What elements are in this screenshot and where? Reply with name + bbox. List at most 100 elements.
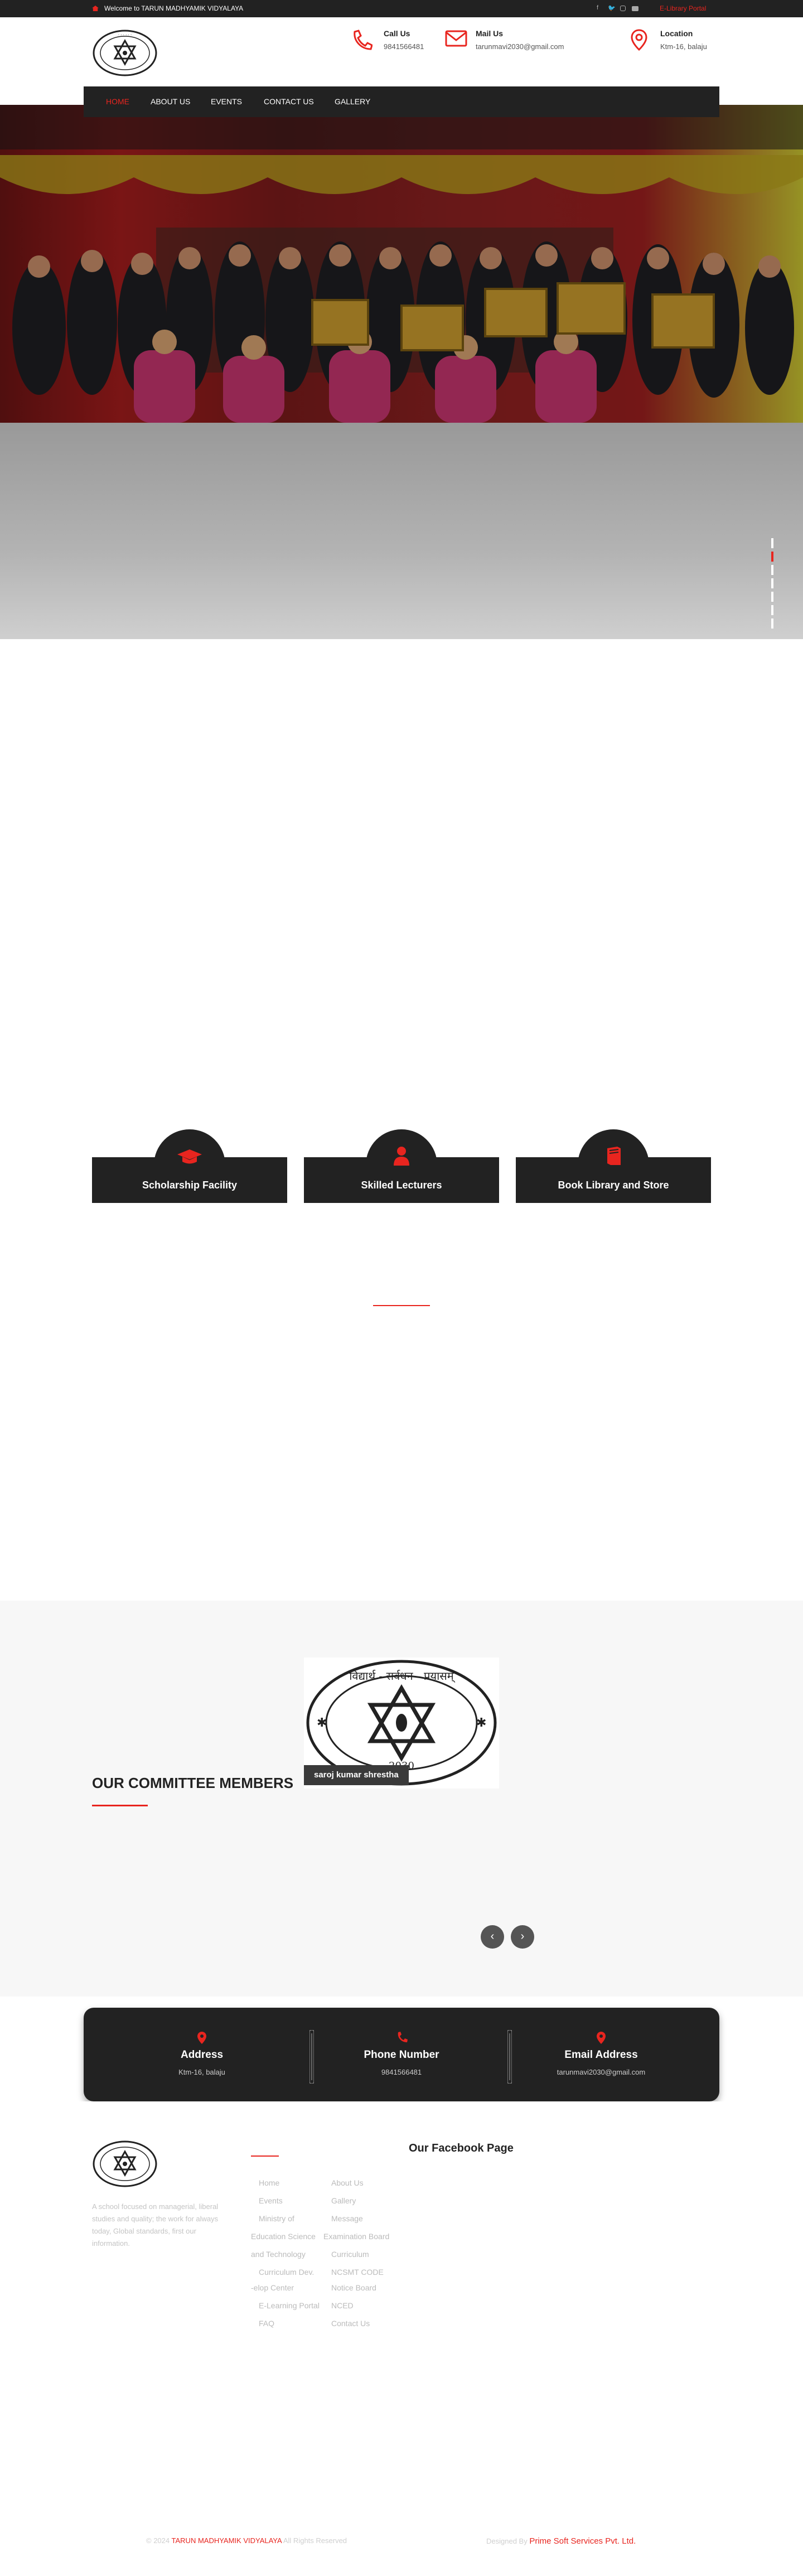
slider-dot[interactable]: [771, 565, 773, 575]
call-us-title: Call Us: [384, 29, 410, 38]
user-icon: [393, 1146, 410, 1166]
footer-link[interactable]: NCED: [331, 2301, 354, 2310]
contact-value[interactable]: 9841566481: [307, 2068, 496, 2076]
svg-text:✱: ✱: [317, 1716, 327, 1730]
footer-link[interactable]: Events: [259, 2196, 283, 2205]
nav-home[interactable]: Home: [106, 86, 129, 117]
nav-events[interactable]: Events: [211, 86, 242, 117]
contact-title: Address: [180, 2049, 224, 2061]
footer-link[interactable]: Home: [259, 2178, 279, 2187]
phone-icon: [350, 28, 373, 51]
feature-title: Skilled Lecturers: [361, 1180, 442, 1191]
footer-link[interactable]: Gallery: [331, 2196, 356, 2205]
slider-pagination[interactable]: [771, 538, 775, 639]
carousel-prev-button[interactable]: ‹: [481, 1925, 504, 1949]
slider-dot[interactable]: [771, 592, 773, 602]
main-nav: Home About Us Events Contact Us Gallery: [84, 86, 719, 117]
welcome-text: Welcome to TARUN MADHYAMIK VIDYALAYA: [104, 4, 244, 12]
footer-link[interactable]: -elop Center: [251, 2283, 294, 2292]
feature-card[interactable]: Scholarship Facility: [92, 1129, 287, 1203]
contact-phone: Phone Number 9841566481: [307, 2008, 496, 2101]
slider-dot[interactable]: [771, 538, 773, 548]
committee-section: ✱ ✱ विद्यार्थ - सर्वधन - प्रयासम् 2030 s…: [0, 1601, 803, 1997]
committee-member-name: saroj kumar shrestha: [304, 1765, 409, 1785]
contact-title: Email Address: [564, 2049, 638, 2061]
contact-title: Phone Number: [364, 2049, 439, 2061]
call-us-value[interactable]: 9841566481: [384, 42, 424, 51]
contact-value: Ktm-16, balaju: [178, 2068, 225, 2076]
home-icon: [92, 6, 99, 11]
footer-link[interactable]: Curriculum: [331, 2250, 369, 2259]
instagram-icon[interactable]: [620, 6, 626, 11]
mail-us-value[interactable]: tarunmavi2030@gmail.com: [476, 42, 564, 51]
copyright: © 2024 TARUN MADHYAMIK VIDYALAYA All Rig…: [146, 2536, 347, 2545]
top-bar: Welcome to TARUN MADHYAMIK VIDYALAYA f 🐦…: [0, 0, 803, 17]
committee-title-underline: [92, 1805, 148, 1806]
designed-by-prefix: Designed By: [486, 2537, 528, 2545]
slider-lower-area: [0, 423, 803, 639]
footer-about-text: A school focused on managerial, liberal …: [92, 2202, 219, 2248]
map-marker-icon: [596, 2031, 606, 2045]
nav-contact-us[interactable]: Contact Us: [264, 86, 314, 117]
hero-slider[interactable]: [0, 105, 803, 423]
section-divider-line: [373, 1305, 430, 1306]
copyright-suffix: All Rights Reserved: [283, 2536, 347, 2545]
svg-text:✱: ✱: [476, 1716, 486, 1730]
footer-link[interactable]: NCSMT CODE: [331, 2268, 384, 2277]
committee-title: OUR COMMITTEE MEMBERS: [92, 1775, 294, 1791]
footer-link[interactable]: Notice Board: [331, 2283, 376, 2292]
footer-link[interactable]: and Technology: [251, 2250, 306, 2259]
footer-link[interactable]: Ministry of: [259, 2214, 294, 2223]
location-icon: [630, 28, 648, 52]
feature-title: Book Library and Store: [558, 1180, 669, 1191]
footer: A school focused on managerial, liberal …: [0, 2101, 803, 2576]
footer-link[interactable]: Contact Us: [331, 2319, 370, 2328]
location-value: Ktm-16, balaju: [660, 42, 707, 51]
footer-link[interactable]: Examination Board: [323, 2232, 389, 2241]
footer-logo[interactable]: [92, 2140, 158, 2187]
footer-link[interactable]: Education Science: [251, 2232, 316, 2241]
hero-photo: [0, 105, 803, 423]
facebook-page-title: Our Facebook Page: [409, 2142, 514, 2154]
map-marker-icon: [197, 2031, 207, 2045]
copyright-prefix: © 2024: [146, 2536, 170, 2545]
contact-bar: Address Ktm-16, balaju Phone Number 9841…: [84, 2008, 719, 2101]
footer-link[interactable]: Message: [331, 2214, 363, 2223]
footer-link[interactable]: E-Learning Portal: [259, 2301, 320, 2310]
svg-text:विद्यार्थ - सर्वधन - प्रयासम्: विद्यार्थ - सर्वधन - प्रयासम्: [349, 1669, 455, 1683]
footer-link[interactable]: Curriculum Dev.: [259, 2268, 314, 2277]
twitter-icon[interactable]: 🐦: [608, 4, 616, 12]
committee-member-photo[interactable]: ✱ ✱ विद्यार्थ - सर्वधन - प्रयासम् 2030 s…: [304, 1657, 499, 1789]
feature-card[interactable]: Book Library and Store: [516, 1129, 711, 1203]
carousel-next-button[interactable]: ›: [511, 1925, 534, 1949]
header: · · · · · · Call Us 9841566481 Mail Us t…: [0, 17, 803, 86]
location-title: Location: [660, 29, 693, 38]
slider-dot[interactable]: [771, 605, 773, 615]
svg-text:· · · · · ·: · · · · · ·: [118, 33, 132, 37]
nav-about-us[interactable]: About Us: [151, 86, 190, 117]
facebook-icon[interactable]: f: [597, 4, 598, 11]
copyright-school-link[interactable]: TARUN MADHYAMIK VIDYALAYA: [172, 2536, 282, 2545]
mail-icon: [444, 30, 468, 50]
feature-card[interactable]: Skilled Lecturers: [304, 1129, 499, 1203]
footer-link[interactable]: FAQ: [259, 2319, 274, 2328]
feature-title: Scholarship Facility: [142, 1180, 238, 1191]
phone-icon: [396, 2031, 408, 2043]
graduation-cap-icon: [177, 1148, 202, 1165]
youtube-icon[interactable]: [632, 6, 638, 11]
footer-link[interactable]: About Us: [331, 2178, 364, 2187]
contact-value[interactable]: tarunmavi2030@gmail.com: [506, 2068, 696, 2076]
slider-dot[interactable]: [771, 618, 773, 629]
mail-us-title: Mail Us: [476, 29, 504, 38]
slider-dot-active[interactable]: [771, 552, 773, 562]
school-logo[interactable]: · · · · · ·: [92, 30, 158, 76]
nav-gallery[interactable]: Gallery: [335, 86, 370, 117]
contact-email: Email Address tarunmavi2030@gmail.com: [506, 2008, 696, 2101]
contact-address: Address Ktm-16, balaju: [107, 2008, 297, 2101]
designed-by: Designed By Prime Soft Services Pvt. Ltd…: [486, 2536, 636, 2546]
e-library-link[interactable]: E-Library Portal: [660, 4, 706, 12]
footer-links-underline: [251, 2155, 279, 2157]
slider-dot[interactable]: [771, 578, 773, 588]
designed-by-link[interactable]: Prime Soft Services Pvt. Ltd.: [529, 2536, 636, 2546]
book-icon: [605, 1146, 622, 1166]
